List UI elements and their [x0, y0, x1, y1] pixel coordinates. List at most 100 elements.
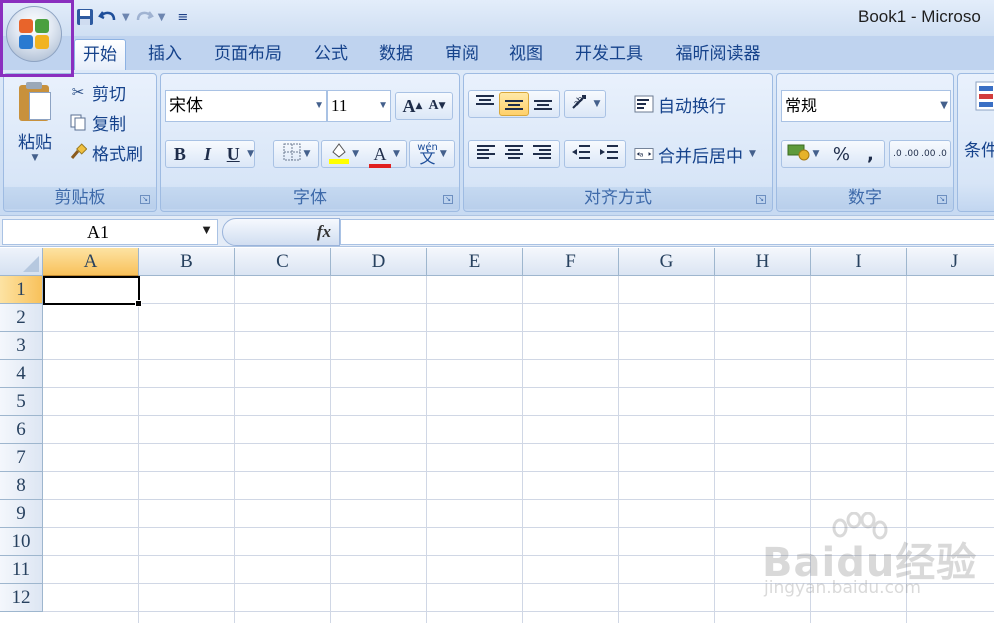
- font-grow-shrink-buttons[interactable]: A ▲ A ▼: [395, 92, 453, 120]
- merge-center-button[interactable]: a 合并后居中 ▼: [634, 142, 756, 167]
- number-format-dropdown-icon[interactable]: ▼: [940, 91, 948, 121]
- redo-icon[interactable]: [134, 6, 154, 28]
- insert-function-icon[interactable]: fx: [317, 222, 331, 242]
- align-left-icon[interactable]: [472, 143, 500, 166]
- tab-developer[interactable]: 开发工具: [564, 39, 654, 70]
- comma-button[interactable]: ,: [861, 144, 879, 165]
- font-color-dropdown-icon[interactable]: ▼: [393, 149, 400, 159]
- phonetic-dropdown-icon[interactable]: ▼: [440, 149, 447, 159]
- color-buttons: ▼ A ▼: [321, 140, 407, 168]
- grow-font-icon[interactable]: A: [403, 96, 416, 117]
- conditional-format-label[interactable]: 条件: [964, 136, 994, 161]
- tab-insert[interactable]: 插入: [138, 39, 192, 70]
- row-header-4[interactable]: 4: [0, 360, 43, 388]
- copy-button[interactable]: 复制: [68, 110, 126, 135]
- column-header-e[interactable]: E: [427, 248, 523, 276]
- paste-button[interactable]: 粘贴 ▼: [10, 78, 60, 178]
- row-header-2[interactable]: 2: [0, 304, 43, 332]
- fill-color-dropdown-icon[interactable]: ▼: [352, 149, 359, 159]
- phonetic-button[interactable]: wén 文 ▼: [409, 140, 455, 168]
- select-all-button[interactable]: [0, 248, 43, 276]
- redo-dropdown-icon[interactable]: ▼: [158, 12, 166, 23]
- column-header-g[interactable]: G: [619, 248, 715, 276]
- percent-button[interactable]: %: [829, 144, 853, 165]
- font-name-dropdown-icon[interactable]: ▼: [314, 91, 324, 121]
- font-color-icon[interactable]: A: [369, 144, 391, 168]
- font-launcher-icon[interactable]: ↘: [443, 195, 453, 204]
- column-header-c[interactable]: C: [235, 248, 331, 276]
- column-header-i[interactable]: I: [811, 248, 907, 276]
- name-box[interactable]: A1 ▼: [2, 219, 218, 245]
- align-bottom-icon[interactable]: [529, 93, 557, 116]
- italic-button[interactable]: I: [194, 144, 222, 165]
- column-header-f[interactable]: F: [523, 248, 619, 276]
- align-top-icon[interactable]: [471, 93, 499, 116]
- row-header-3[interactable]: 3: [0, 332, 43, 360]
- currency-dropdown-icon[interactable]: ▼: [813, 149, 820, 159]
- row-header-1[interactable]: 1: [0, 276, 43, 304]
- vertical-align-buttons: [468, 90, 560, 118]
- clipboard-launcher-icon[interactable]: ↘: [140, 195, 150, 204]
- tab-formulas[interactable]: 公式: [304, 39, 358, 70]
- bold-button[interactable]: B: [166, 144, 194, 165]
- tab-review[interactable]: 审阅: [435, 39, 489, 70]
- row-gridline: [43, 303, 994, 304]
- row-header-12[interactable]: 12: [0, 584, 43, 612]
- format-painter-button[interactable]: 格式刷: [68, 140, 143, 165]
- merge-center-dropdown-icon[interactable]: ▼: [749, 149, 756, 159]
- phonetic-icon: wén 文: [417, 141, 438, 167]
- horizontal-align-buttons: [468, 140, 560, 168]
- customize-icon[interactable]: ≡: [177, 6, 188, 28]
- font-size-dropdown-icon[interactable]: ▼: [378, 91, 388, 121]
- tab-view[interactable]: 视图: [499, 39, 553, 70]
- align-middle-icon[interactable]: [499, 92, 529, 116]
- active-cell-a1[interactable]: [43, 276, 142, 307]
- name-box-dropdown-icon[interactable]: ▼: [200, 222, 213, 238]
- formula-input[interactable]: [340, 219, 994, 245]
- decrease-indent-icon[interactable]: [567, 143, 595, 166]
- row-gridline: [43, 387, 994, 388]
- tab-home[interactable]: 开始: [74, 39, 126, 70]
- increase-indent-icon[interactable]: [595, 143, 623, 166]
- wrap-text-button[interactable]: 自动换行: [634, 92, 726, 117]
- cut-button[interactable]: ✂ 剪切: [68, 80, 126, 105]
- orientation-dropdown-icon[interactable]: ▼: [594, 99, 601, 109]
- row-header-7[interactable]: 7: [0, 444, 43, 472]
- align-right-icon[interactable]: [528, 143, 556, 166]
- row-header-11[interactable]: 11: [0, 556, 43, 584]
- align-center-icon[interactable]: [500, 143, 528, 166]
- borders-button[interactable]: ▼: [273, 140, 319, 168]
- tab-data[interactable]: 数据: [369, 39, 423, 70]
- orientation-button[interactable]: ab ▼: [564, 90, 606, 118]
- save-icon[interactable]: [76, 6, 94, 28]
- row-header-8[interactable]: 8: [0, 472, 43, 500]
- fill-color-icon[interactable]: [328, 140, 350, 169]
- number-launcher-icon[interactable]: ↘: [937, 195, 947, 204]
- column-header-h[interactable]: H: [715, 248, 811, 276]
- underline-button[interactable]: U: [221, 144, 245, 165]
- column-header-b[interactable]: B: [139, 248, 235, 276]
- font-name-combo[interactable]: 宋体 ▼: [165, 90, 327, 122]
- row-header-9[interactable]: 9: [0, 500, 43, 528]
- conditional-format-icon[interactable]: [974, 80, 994, 120]
- row-header-10[interactable]: 10: [0, 528, 43, 556]
- borders-icon: [282, 142, 302, 167]
- borders-dropdown-icon[interactable]: ▼: [304, 149, 311, 159]
- undo-dropdown-icon[interactable]: ▼: [122, 12, 130, 23]
- undo-icon[interactable]: [98, 6, 118, 28]
- column-header-j[interactable]: J: [907, 248, 994, 276]
- column-header-a[interactable]: A: [43, 248, 139, 276]
- number-format-combo[interactable]: 常规 ▼: [781, 90, 951, 122]
- currency-icon[interactable]: [787, 142, 811, 167]
- font-size-combo[interactable]: 11 ▼: [327, 90, 391, 122]
- row-header-5[interactable]: 5: [0, 388, 43, 416]
- decrease-decimal-button[interactable]: .00 .0: [920, 149, 948, 159]
- row-header-6[interactable]: 6: [0, 416, 43, 444]
- tab-foxit-reader[interactable]: 福昕阅读器: [664, 39, 772, 70]
- tab-page-layout[interactable]: 页面布局: [204, 39, 292, 70]
- alignment-launcher-icon[interactable]: ↘: [756, 195, 766, 204]
- increase-decimal-button[interactable]: .0 .00: [892, 149, 920, 159]
- shrink-font-icon[interactable]: A: [428, 98, 438, 114]
- column-header-d[interactable]: D: [331, 248, 427, 276]
- underline-dropdown-icon[interactable]: ▼: [247, 149, 254, 159]
